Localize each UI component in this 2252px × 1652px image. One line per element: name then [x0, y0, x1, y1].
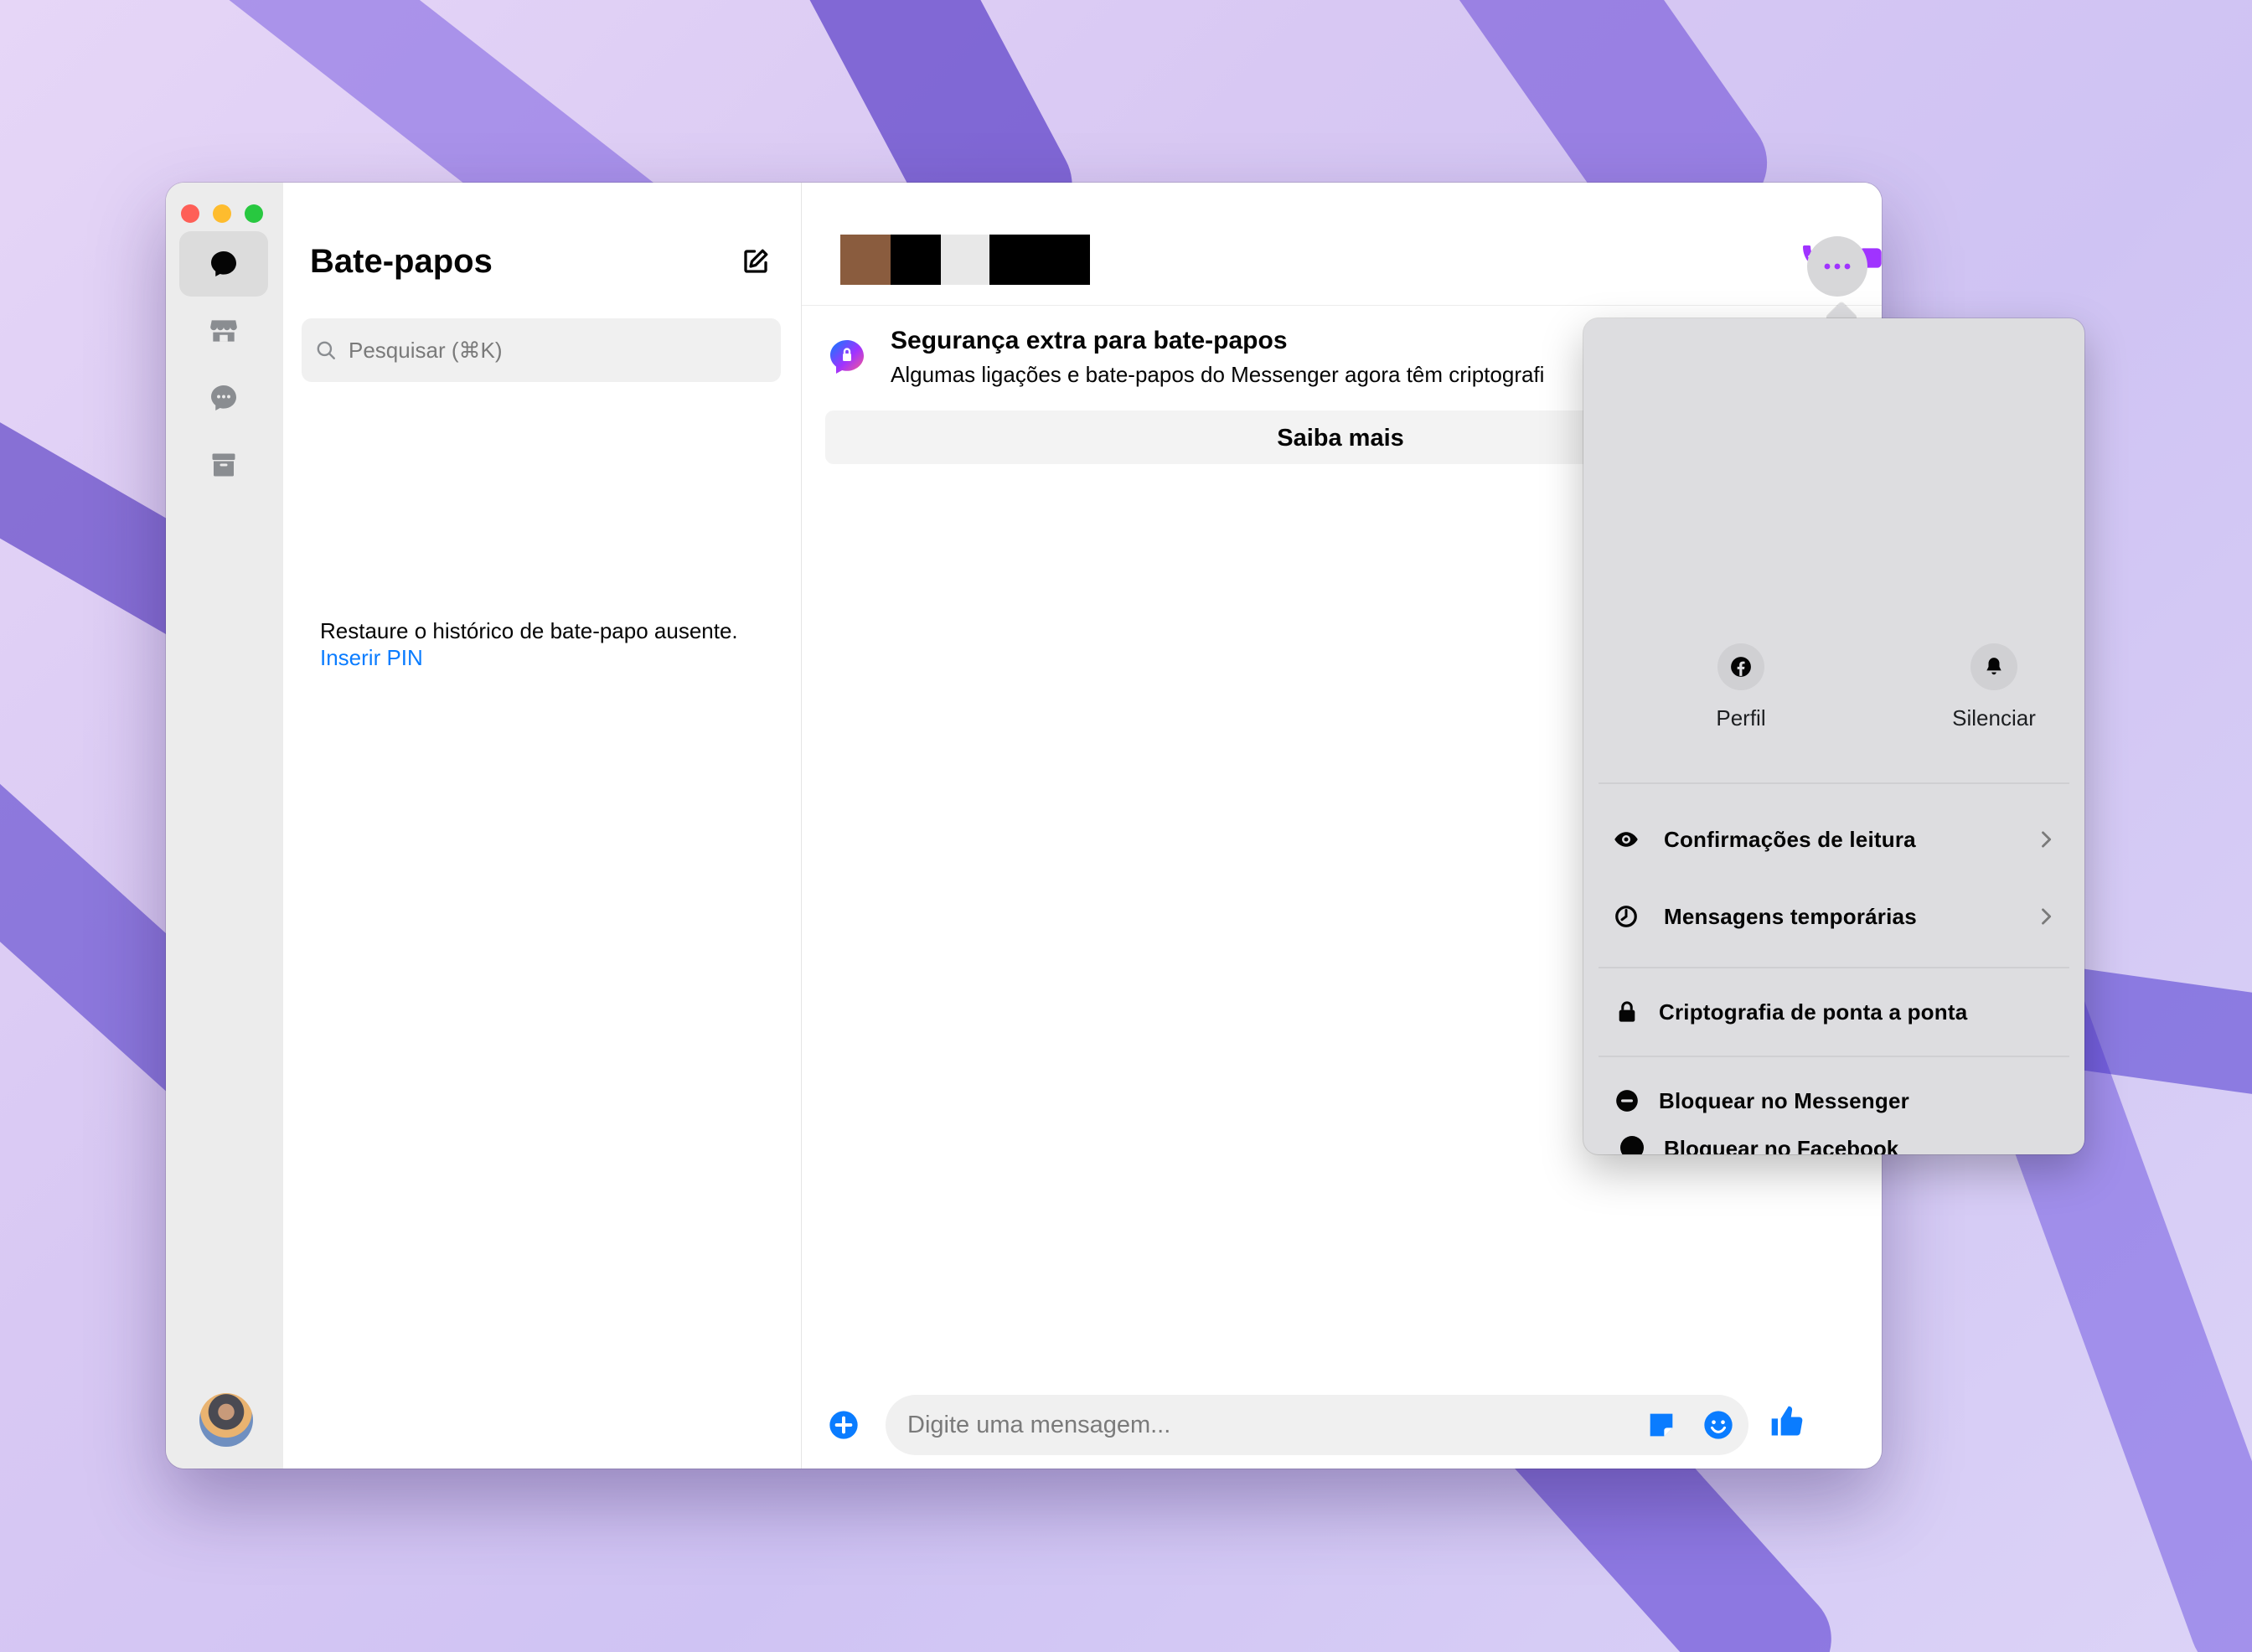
- redacted-avatar: [840, 235, 891, 285]
- menu-divider: [1599, 782, 2069, 784]
- profile-action-circle: [1717, 643, 1764, 690]
- security-notice-title: Segurança extra para bate-papos: [891, 327, 1288, 354]
- archive-icon: [212, 453, 235, 477]
- chat-list-panel: Bate-papos Restaure o histórico de bate-…: [283, 183, 802, 1469]
- zoom-window-button[interactable]: [245, 204, 263, 223]
- close-window-button[interactable]: [181, 204, 199, 223]
- mute-action-label: Silenciar: [1952, 705, 2036, 730]
- compose-icon: [744, 249, 768, 273]
- timer-icon: [1615, 906, 1637, 927]
- more-dots-icon: [1824, 263, 1851, 270]
- profile-action-label: Perfil: [1716, 705, 1766, 730]
- sticker-button[interactable]: [1645, 1408, 1678, 1446]
- disappearing-messages-item[interactable]: Mensagens temporárias: [1583, 883, 2084, 950]
- read-receipts-label: Confirmações de leitura: [1664, 826, 1916, 852]
- security-notice-text: Algumas ligações e bate-papos do Messeng…: [891, 362, 1545, 387]
- add-attachment-button[interactable]: [827, 1408, 860, 1446]
- menu-divider: [1599, 1056, 2069, 1057]
- bell-icon: [1986, 658, 2001, 675]
- search-icon: [317, 341, 335, 359]
- minimize-window-button[interactable]: [213, 204, 231, 223]
- encryption-label: Criptografia de ponta a ponta: [1659, 999, 1968, 1025]
- facebook-icon: [1731, 657, 1751, 677]
- block-facebook-label: Bloquear no Facebook: [1664, 1136, 1899, 1154]
- restore-history-text: Restaure o histórico de bate-papo ausent…: [320, 618, 738, 643]
- lock-icon: [1619, 1001, 1635, 1022]
- block-messenger-item[interactable]: Bloquear no Messenger: [1583, 1067, 2084, 1134]
- message-input[interactable]: [906, 1410, 1630, 1440]
- rail-archive-button[interactable]: [179, 432, 268, 498]
- secure-chat-icon: [827, 337, 867, 381]
- chevron-right-icon: [2042, 831, 2052, 848]
- search-input[interactable]: [347, 336, 752, 364]
- conversation-options-menu: Perfil Silenciar Confirmações de leitura…: [1583, 318, 2084, 1154]
- rail-marketplace-button[interactable]: [179, 298, 268, 364]
- like-button[interactable]: [1769, 1403, 1805, 1444]
- mute-action[interactable]: Silenciar: [1910, 643, 2078, 731]
- emoji-icon: [1704, 1411, 1733, 1439]
- navigation-rail: [166, 183, 284, 1469]
- block-icon: [1616, 1090, 1638, 1112]
- rail-chats-button[interactable]: [179, 231, 268, 297]
- block-icon: [1620, 1136, 1644, 1154]
- chat-bubble-icon: [211, 251, 236, 276]
- block-messenger-label: Bloquear no Messenger: [1659, 1087, 1909, 1113]
- eye-icon: [1614, 832, 1638, 847]
- store-icon: [210, 320, 237, 342]
- encryption-item[interactable]: Criptografia de ponta a ponta: [1583, 978, 2084, 1045]
- sticker-icon: [1650, 1413, 1673, 1437]
- mute-action-circle: [1970, 643, 2017, 690]
- plus-circle-icon: [829, 1411, 858, 1439]
- profile-action[interactable]: Perfil: [1657, 643, 1825, 731]
- search-field[interactable]: [302, 318, 781, 382]
- chats-title: Bate-papos: [310, 243, 493, 280]
- message-input-field[interactable]: [886, 1395, 1748, 1455]
- rail-requests-button[interactable]: [179, 365, 268, 431]
- enter-pin-link[interactable]: Inserir PIN: [320, 645, 423, 671]
- redacted-block: [891, 235, 941, 285]
- block-facebook-item[interactable]: Bloquear no Facebook: [1620, 1136, 1898, 1154]
- message-request-icon: [211, 385, 236, 410]
- conversation-header: [802, 183, 1882, 306]
- chevron-right-icon: [2042, 908, 2052, 925]
- disappearing-messages-label: Mensagens temporárias: [1664, 903, 1917, 929]
- read-receipts-item[interactable]: Confirmações de leitura: [1583, 806, 2084, 873]
- menu-divider: [1599, 967, 2069, 968]
- conversation-options-button[interactable]: [1807, 236, 1867, 297]
- user-avatar[interactable]: [199, 1393, 253, 1447]
- redacted-block: [941, 235, 989, 285]
- redacted-name: [989, 235, 1090, 285]
- message-composer: [802, 1385, 1882, 1469]
- thumbs-up-icon: [1771, 1406, 1803, 1436]
- new-message-button[interactable]: [741, 246, 771, 281]
- emoji-button[interactable]: [1702, 1408, 1735, 1446]
